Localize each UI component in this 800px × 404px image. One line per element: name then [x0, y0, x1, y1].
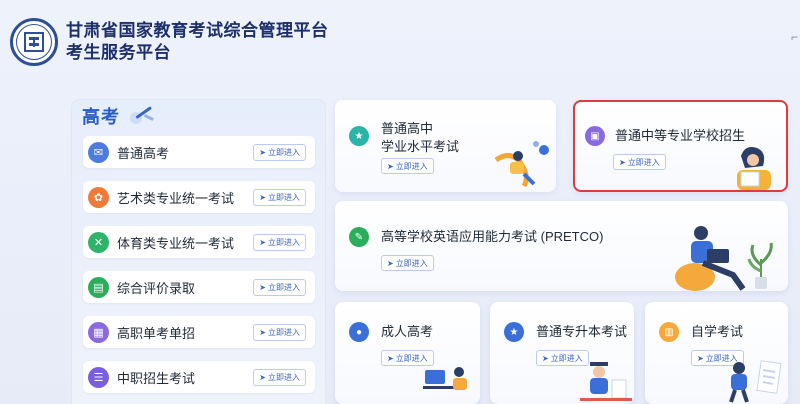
laptop-reading-illustration	[675, 226, 773, 291]
document-icon: ▤	[88, 276, 109, 298]
exam-item-label: 普通高考	[117, 145, 170, 161]
list-icon: ☰	[88, 366, 109, 388]
exam-item-secondary-vocational[interactable]: ☰ 中职招生考试 ➤ 立即进入	[83, 361, 315, 393]
enter-button[interactable]: ➤ 立即进入	[253, 369, 306, 386]
writing-person-illustration	[729, 360, 782, 403]
gaokao-panel: 高考 ✉ 普通高考 ➤ 立即进入 ✿ 艺术类专业统一考试 ➤ 立即进入 ✕ 体育类专…	[72, 100, 325, 404]
card-title: 学业水平考试	[381, 139, 460, 154]
person-icon: ●	[349, 322, 369, 342]
sports-icon: ✕	[88, 231, 109, 253]
card-zixue[interactable]: ▥ 自学考试 ➤ 立即进入	[645, 302, 788, 404]
send-icon: ➤	[259, 373, 266, 382]
enter-button[interactable]: ➤ 立即进入	[253, 144, 306, 161]
book-icon: ▥	[659, 322, 679, 342]
send-icon: ➤	[542, 353, 549, 363]
platform-subtitle: 考生服务平台	[66, 43, 171, 62]
send-icon: ➤	[387, 353, 394, 363]
card-zhongzhuan[interactable]: ▣ 普通中等专业学校招生 ➤ 立即进入	[573, 100, 788, 192]
send-icon: ➤	[259, 328, 266, 337]
jumping-student-illustration	[494, 141, 549, 188]
send-icon: ➤	[697, 353, 704, 363]
envelope-icon: ✉	[88, 141, 109, 163]
platform-title: 甘肃省国家教育考试综合管理平台	[66, 21, 329, 40]
exam-item-label: 中职招生考试	[117, 370, 196, 386]
desk-study-illustration	[423, 367, 467, 390]
send-icon: ➤	[259, 193, 266, 202]
card-title: 普通专升本考试	[536, 324, 628, 339]
gaokao-panel-title: 高考	[82, 107, 120, 127]
chat-icon: ✎	[349, 227, 369, 247]
send-icon: ➤	[259, 238, 266, 247]
card-chengren[interactable]: ● 成人高考 ➤ 立即进入	[335, 302, 480, 404]
reading-girl-illustration	[737, 147, 771, 190]
card-title: 普通高中	[381, 121, 434, 136]
pen-decoration-icon	[130, 106, 154, 124]
card-title: 高等学校英语应用能力考试 (PRETCO)	[381, 229, 604, 244]
medal-icon: ★	[349, 126, 369, 146]
send-icon: ➤	[387, 258, 394, 268]
star-badge-icon: ★	[504, 322, 524, 342]
scroll-edge-icon: ⌐	[790, 30, 798, 44]
card-pretco[interactable]: ✎ 高等学校英语应用能力考试 (PRETCO) ➤ 立即进入	[335, 201, 788, 291]
graduate-illustration	[580, 362, 632, 401]
enter-button[interactable]: ➤ 立即进入	[613, 154, 666, 170]
platform-logo	[10, 18, 58, 66]
enter-button[interactable]: ➤ 立即进入	[253, 234, 306, 251]
card-title: 普通中等专业学校招生	[615, 128, 746, 143]
art-icon: ✿	[88, 186, 109, 208]
enter-button[interactable]: ➤ 立即进入	[381, 255, 434, 271]
exam-item-sports[interactable]: ✕ 体育类专业统一考试 ➤ 立即进入	[83, 226, 315, 258]
card-title: 自学考试	[691, 324, 744, 339]
form-icon: ▦	[88, 321, 109, 343]
enter-button[interactable]: ➤ 立即进入	[381, 158, 434, 174]
send-icon: ➤	[387, 161, 394, 171]
exam-item-label: 艺术类专业统一考试	[117, 190, 235, 206]
enter-button[interactable]: ➤ 立即进入	[253, 324, 306, 341]
exam-item-art[interactable]: ✿ 艺术类专业统一考试 ➤ 立即进入	[83, 181, 315, 213]
card-title: 成人高考	[381, 324, 434, 339]
exam-item-label: 高职单考单招	[117, 325, 196, 341]
send-icon: ➤	[259, 283, 266, 292]
send-icon: ➤	[619, 157, 626, 167]
send-icon: ➤	[259, 148, 266, 157]
enter-button[interactable]: ➤ 立即进入	[253, 279, 306, 296]
exam-item-label: 综合评价录取	[117, 280, 196, 296]
site-header: 甘肃省国家教育考试综合管理平台 考生服务平台	[10, 14, 329, 70]
card-zhuanshengben[interactable]: ★ 普通专升本考试 ➤ 立即进入	[490, 302, 634, 404]
exam-item-comprehensive[interactable]: ▤ 综合评价录取 ➤ 立即进入	[83, 271, 315, 303]
exam-item-putong-gaokao[interactable]: ✉ 普通高考 ➤ 立即进入	[83, 136, 315, 168]
enter-button[interactable]: ➤ 立即进入	[253, 189, 306, 206]
id-card-icon: ▣	[585, 126, 605, 146]
card-xueye[interactable]: ★ 普通高中 学业水平考试 ➤ 立即进入	[335, 100, 556, 192]
exam-item-vocational-single[interactable]: ▦ 高职单考单招 ➤ 立即进入	[83, 316, 315, 348]
exam-item-label: 体育类专业统一考试	[117, 235, 235, 251]
